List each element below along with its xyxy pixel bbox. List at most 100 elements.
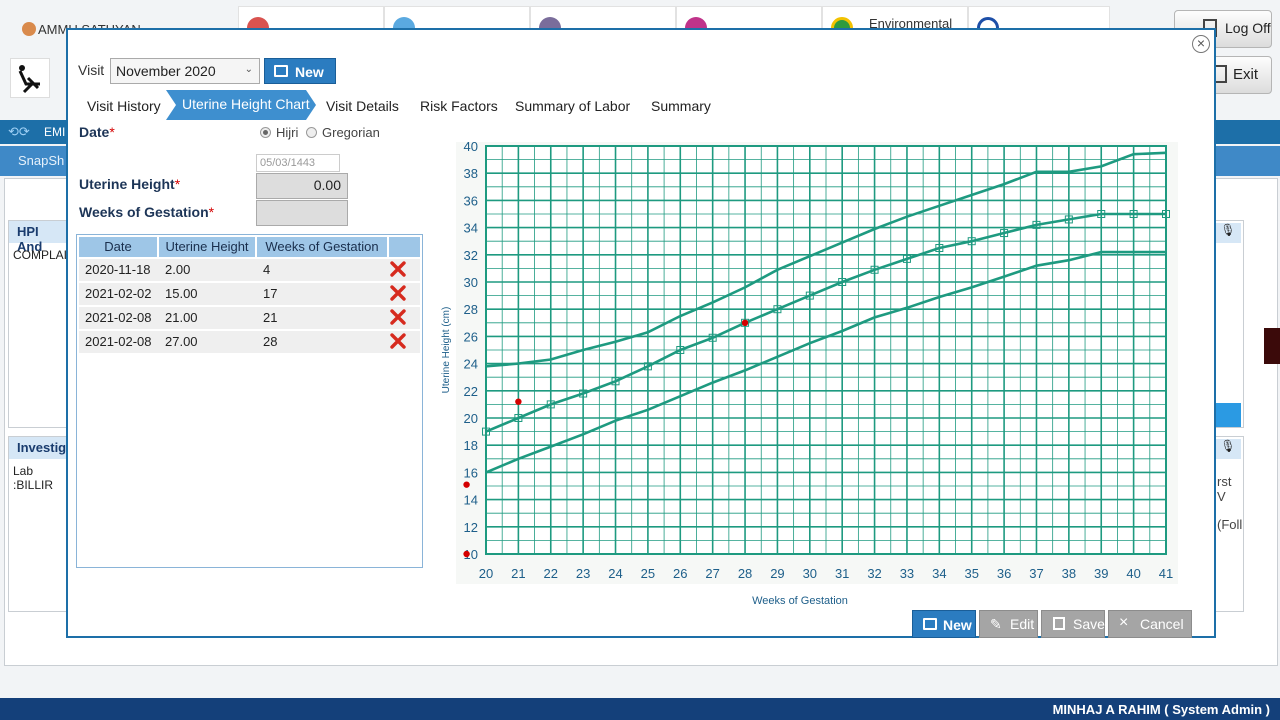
y-tick-label: 14 (464, 493, 478, 508)
data-point (741, 319, 749, 326)
tab-visit-details-label: Visit Details (326, 98, 399, 114)
date-field[interactable]: 05/03/1443 (256, 154, 340, 172)
new-button-label: New (943, 617, 972, 633)
uterine-height-input[interactable]: 0.00 (256, 173, 348, 199)
delete-icon[interactable] (390, 309, 406, 325)
visit-select[interactable]: November 2020 ⌄ (110, 58, 260, 84)
x-tick-label: 21 (511, 566, 525, 581)
y-tick-label: 12 (464, 520, 478, 535)
scroll-marker[interactable] (1264, 328, 1280, 364)
table-row[interactable]: 2021-02-08 21.00 21 (79, 307, 420, 329)
weeks-of-gestation-label-text: Weeks of Gestation (79, 204, 209, 220)
data-point (463, 550, 470, 558)
y-tick-label: 22 (464, 384, 478, 399)
tab-visit-history[interactable]: Visit History (87, 92, 161, 120)
gregorian-label: Gregorian (322, 125, 380, 140)
hijri-radio[interactable] (260, 127, 271, 138)
x-tick-label: 36 (997, 566, 1011, 581)
x-tick-label: 24 (608, 566, 622, 581)
right-text-1: rst V (1217, 474, 1232, 504)
hpi-panel: HPI And COMPLAIN (8, 220, 76, 428)
weeks-required-mark: * (208, 204, 215, 220)
date-required-mark: * (109, 124, 115, 140)
row-height: 27.00 (165, 334, 198, 349)
edit-button[interactable]: ✎ Edit (979, 610, 1038, 638)
y-axis-label: Uterine Height (cm) (441, 307, 452, 394)
exit-label: Exit (1233, 66, 1259, 83)
close-icon[interactable]: × (1192, 35, 1210, 53)
save-button[interactable]: Save (1041, 610, 1105, 638)
cancel-button[interactable]: × Cancel (1108, 610, 1192, 638)
top-new-button[interactable]: New (264, 58, 336, 84)
new-record-icon (923, 618, 937, 630)
right-panel-top: 🎙 (1214, 220, 1244, 428)
uterine-height-label: Uterine Height* (79, 176, 180, 192)
y-tick-label: 38 (464, 166, 478, 181)
tab-uterine-height-chart[interactable]: Uterine Height Chart (166, 90, 316, 120)
tab-summary-of-labor-label: Summary of Labor (515, 98, 631, 114)
visit-select-value: November 2020 (116, 63, 216, 79)
row-height: 2.00 (165, 262, 191, 277)
y-tick-label: 28 (464, 302, 478, 317)
lab-text: Lab :BILLIR (13, 464, 54, 492)
y-tick-label: 26 (464, 329, 478, 344)
blue-action-block[interactable] (1215, 403, 1241, 427)
cancel-button-label: Cancel (1140, 616, 1184, 632)
row-weeks: 17 (263, 286, 278, 301)
new-button[interactable]: New (912, 610, 976, 638)
uterine-height-label-text: Uterine Height (79, 176, 175, 192)
x-tick-label: 29 (770, 566, 784, 581)
x-tick-label: 25 (641, 566, 655, 581)
status-user: MINHAJ A RAHIM ( System Admin ) (1052, 702, 1270, 717)
new-icon (274, 65, 288, 77)
tab-uterine-height-chart-label: Uterine Height Chart (182, 96, 310, 112)
x-tick-label: 30 (803, 566, 817, 581)
x-tick-label: 28 (738, 566, 752, 581)
uterine-height-table: Date Uterine Height Weeks of Gestation 2… (76, 234, 423, 568)
y-tick-label: 20 (464, 411, 478, 426)
tab-visit-details[interactable]: Visit Details (326, 92, 399, 120)
floppy-disk-icon (1053, 617, 1065, 630)
right-text-2: (Foll (1217, 517, 1243, 532)
x-tick-label: 31 (835, 566, 849, 581)
tab-risk-factors[interactable]: Risk Factors (420, 92, 498, 120)
tab-summary[interactable]: Summary (651, 92, 711, 120)
row-date: 2021-02-08 (85, 310, 152, 325)
tab-summary-of-labor[interactable]: Summary of Labor (515, 92, 630, 120)
microphone-icon[interactable]: 🎙 (1215, 223, 1241, 243)
y-tick-label: 40 (464, 140, 478, 154)
delete-icon[interactable] (390, 285, 406, 301)
microphone-icon-2[interactable]: 🎙 (1215, 439, 1241, 459)
y-tick-label: 34 (464, 221, 478, 236)
table-row[interactable]: 2021-02-02 15.00 17 (79, 283, 420, 305)
table-row[interactable]: 2021-02-08 27.00 28 (79, 331, 420, 353)
table-row[interactable]: 2020-11-18 2.00 4 (79, 259, 420, 281)
chevron-down-icon: ⌄ (244, 64, 253, 75)
header-actions (389, 237, 420, 257)
row-date: 2021-02-02 (85, 286, 152, 301)
y-tick-label: 24 (464, 357, 478, 372)
y-tick-label: 16 (464, 465, 478, 480)
y-tick-label: 18 (464, 438, 478, 453)
status-bar: MINHAJ A RAHIM ( System Admin ) (0, 698, 1280, 720)
close-icon: × (1119, 614, 1129, 631)
x-tick-label: 20 (479, 566, 493, 581)
header-date: Date (79, 237, 157, 257)
x-tick-label: 38 (1062, 566, 1076, 581)
row-height: 21.00 (165, 310, 198, 325)
x-axis-label: Weeks of Gestation (752, 595, 848, 606)
emr-label: EMI (44, 125, 66, 139)
x-tick-label: 33 (900, 566, 914, 581)
gregorian-radio[interactable] (306, 127, 317, 138)
header-uterine-height: Uterine Height (159, 237, 255, 257)
weeks-of-gestation-input[interactable] (256, 200, 348, 226)
x-tick-label: 34 (932, 566, 946, 581)
delete-icon[interactable] (390, 261, 406, 277)
x-tick-label: 37 (1029, 566, 1043, 581)
dental-chair-icon[interactable] (10, 58, 50, 98)
data-point (515, 398, 522, 405)
delete-icon[interactable] (390, 333, 406, 349)
logoff-label: Log Off (1225, 20, 1271, 36)
snapshot-tab[interactable]: SnapSh (18, 153, 64, 168)
row-date: 2021-02-08 (85, 334, 152, 349)
